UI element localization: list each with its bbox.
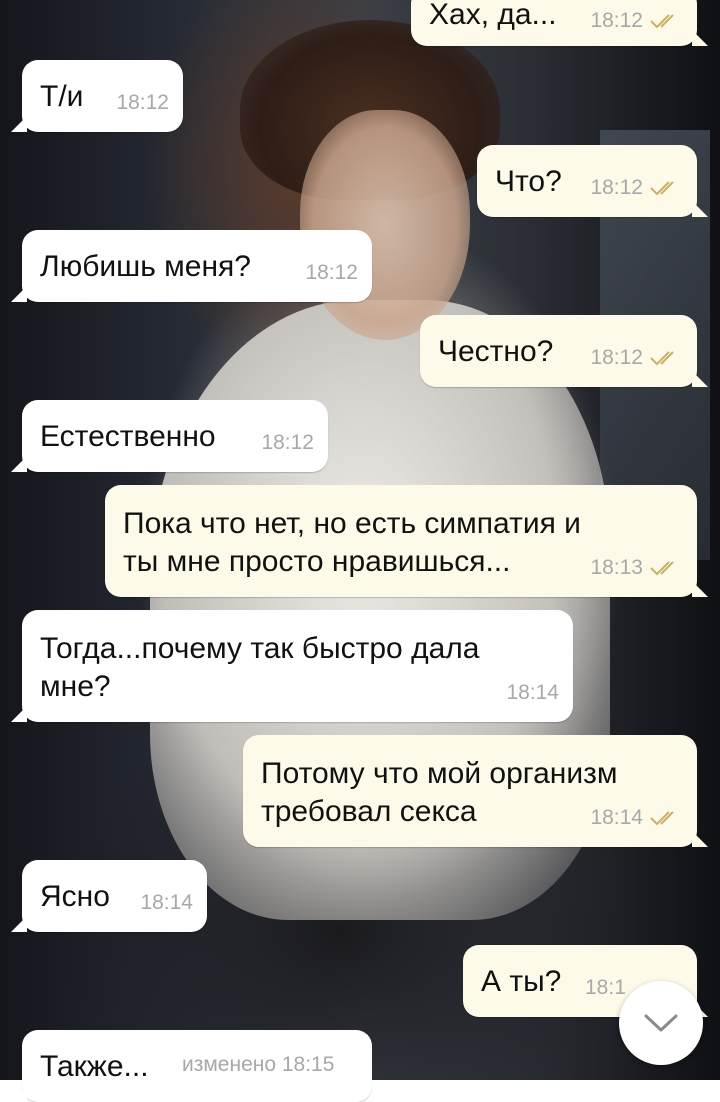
message-time: 18:12 (261, 431, 314, 454)
message-bubble-outgoing[interactable]: Что? 18:12 (477, 145, 708, 217)
message-time: 18:12 (116, 91, 169, 114)
double-check-icon (650, 351, 674, 366)
message-meta: изменено 18:15 (182, 1046, 334, 1084)
message-meta: 18:1 (585, 969, 626, 1007)
message-text: Любишь меня? (40, 250, 251, 283)
wallpaper-face (300, 110, 470, 340)
message-bubble-incoming[interactable]: Естественно 18:12 (11, 400, 328, 472)
message-bubble-outgoing[interactable]: Потому что мой организм требовал секса 1… (243, 735, 708, 847)
message-meta: 18:12 (116, 84, 169, 122)
message-text: Честно? (438, 335, 554, 368)
message-bubble-outgoing[interactable]: Пока что нет, но есть симпатия и ты мне … (105, 485, 708, 597)
message-text: Тогда...почему так быстро дала мне? (40, 632, 480, 703)
message-time: 18:12 (305, 261, 358, 284)
message-time: 18:14 (506, 681, 559, 704)
message-time: 18:12 (590, 176, 643, 199)
message-text: Пока что нет, но есть симпатия и ты мне … (123, 507, 581, 578)
message-meta: 18:12 (590, 169, 683, 207)
message-meta: 18:14 (506, 674, 559, 712)
message-text: А ты? (481, 965, 562, 998)
message-meta: 18:14 (140, 884, 193, 922)
message-meta: 18:14 (590, 799, 683, 837)
message-text: Что? (495, 165, 562, 198)
message-bubble-incoming[interactable]: Тогда...почему так быстро дала мне? 18:1… (11, 610, 573, 722)
double-check-icon (650, 561, 674, 576)
message-time: изменено 18:15 (182, 1053, 335, 1076)
message-time: 18:13 (590, 556, 643, 579)
message-meta: 18:13 (590, 549, 683, 587)
message-meta: 18:12 (305, 254, 358, 292)
double-check-icon (650, 14, 674, 29)
message-bubble-incoming[interactable]: Т/и 18:12 (11, 60, 183, 132)
message-meta: 18:12 (590, 339, 683, 377)
message-time: 18:12 (590, 9, 643, 32)
message-meta: 18:12 (261, 424, 314, 462)
scroll-to-bottom-button[interactable] (619, 981, 703, 1065)
message-time: 18:14 (140, 891, 193, 914)
message-bubble-incoming[interactable]: Любишь меня? 18:12 (11, 230, 372, 302)
message-bubble-outgoing[interactable]: Честно? 18:12 (420, 315, 708, 387)
message-bubble-outgoing[interactable]: Хах, да... 18:12 (411, 0, 708, 46)
message-text: Естественно (40, 420, 216, 453)
message-text: Т/и (40, 80, 84, 113)
message-text: Потому что мой организм требовал секса (261, 757, 618, 828)
message-time: 18:14 (590, 806, 643, 829)
chevron-down-icon (644, 1014, 678, 1032)
message-text: Хах, да... (429, 0, 557, 31)
double-check-icon (650, 811, 674, 826)
message-bubble-incoming[interactable]: Ясно 18:14 (11, 860, 207, 932)
message-bubble-incoming[interactable]: Также... изменено 18:15 (11, 1030, 372, 1102)
message-text: Также... (40, 1050, 149, 1083)
message-time: 18:12 (590, 346, 643, 369)
message-time: 18:1 (585, 976, 626, 999)
message-meta: 18:12 (590, 2, 683, 40)
double-check-icon (650, 181, 674, 196)
message-text: Ясно (40, 880, 110, 913)
